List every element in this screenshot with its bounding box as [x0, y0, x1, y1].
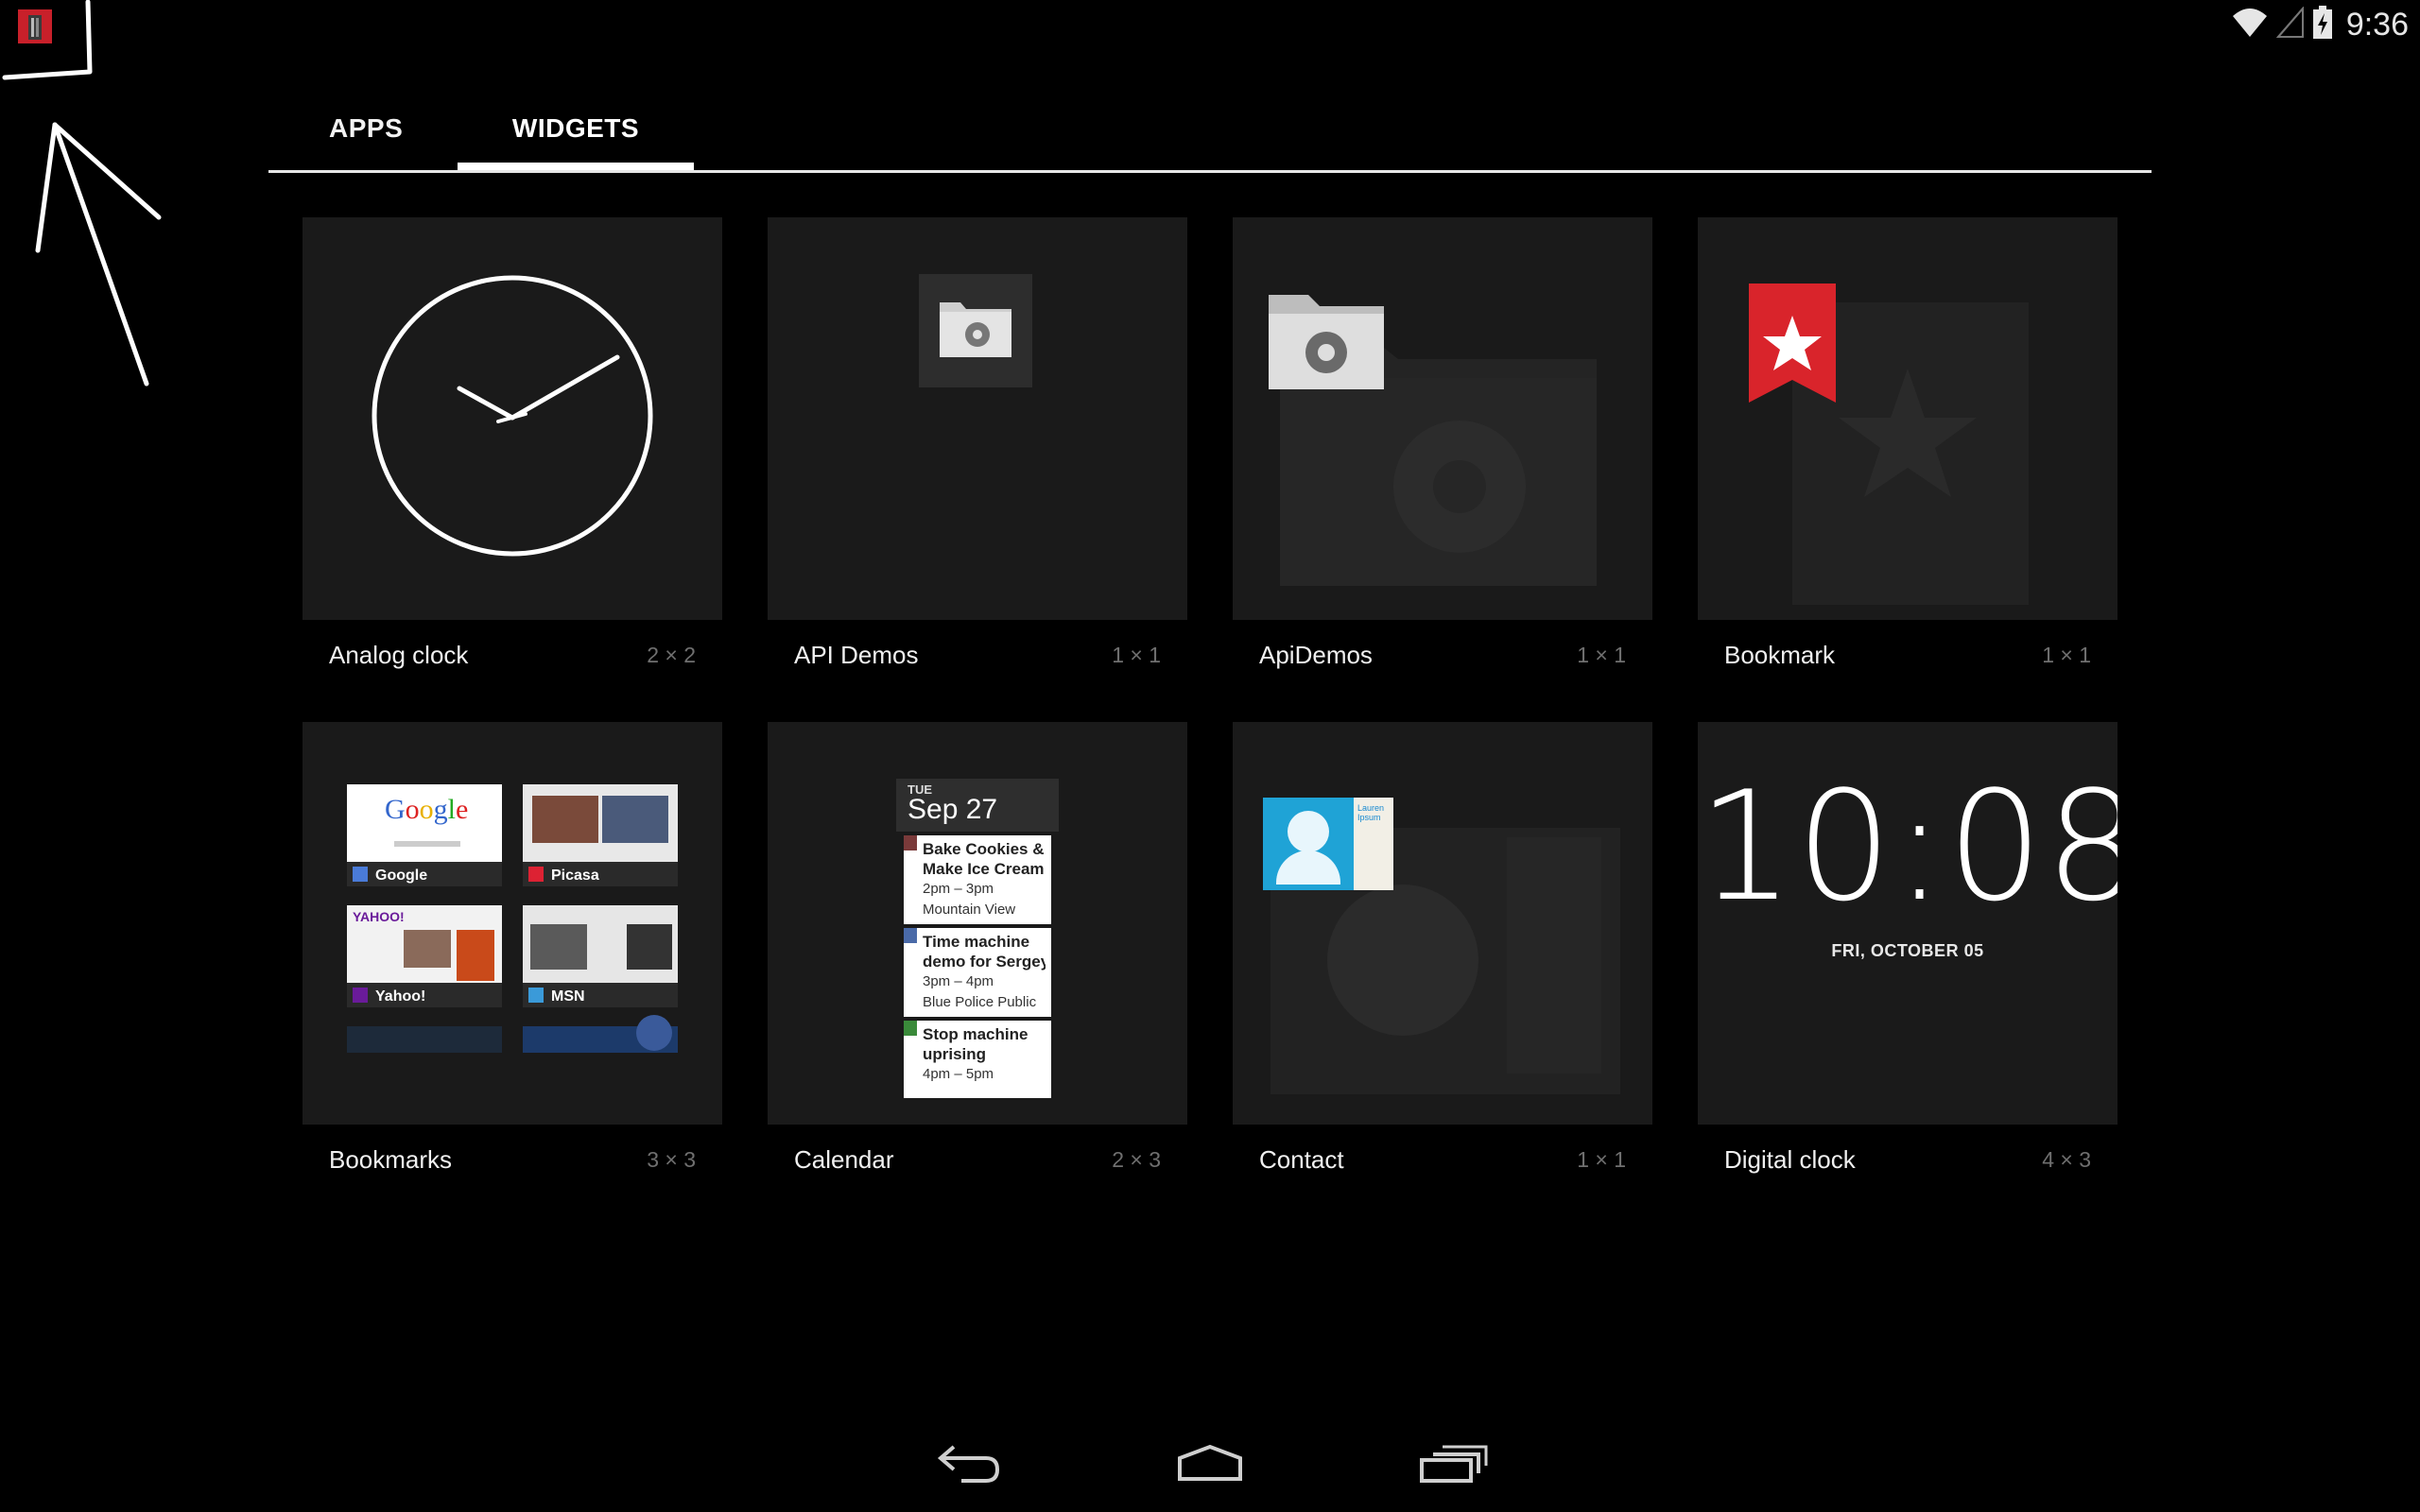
google-favicon-icon — [353, 867, 368, 882]
widget-name: Bookmarks — [329, 1145, 453, 1174]
calendar-header: TUE Sep 27 — [896, 779, 1059, 832]
widget-name: Bookmark — [1724, 641, 1836, 669]
widget-size: 2 × 3 — [1112, 1147, 1161, 1172]
widget-preview: Lauren Ipsum — [1233, 722, 1652, 1125]
widget-size: 2 × 2 — [647, 643, 696, 667]
bookmark-thumbnail: MSN — [523, 905, 678, 1007]
bookmark-title: Picasa — [551, 868, 599, 884]
back-icon — [937, 1445, 1000, 1483]
folder-gear-icon — [919, 274, 1032, 387]
notification-app-icon[interactable] — [18, 9, 52, 43]
digital-clock-date: FRI, OCTOBER 05 — [1831, 941, 1984, 960]
widget-preview — [768, 217, 1187, 620]
digital-clock-time: 10:08 — [1698, 758, 2118, 935]
folder-gear-icon — [1269, 295, 1597, 586]
widget-size: 1 × 1 — [1112, 643, 1161, 667]
calendar-agenda: TUE Sep 27 Bake Cookies & Make Ice Cream… — [896, 779, 1059, 1109]
status-bar: 9:36 — [0, 0, 2420, 47]
bookmark-title: MSN — [551, 988, 585, 1005]
bookmark-thumbnail: YAHOO! Yahoo! — [347, 905, 502, 1007]
widget-card-api-demos[interactable]: API Demos 1 × 1 — [768, 217, 1187, 709]
bookmark-title: Yahoo! — [375, 988, 426, 1005]
calendar-event: Bake Cookies & Make Ice Cream 2pm – 3pm … — [904, 835, 1051, 924]
tab-bar: APPS WIDGETS — [268, 85, 2152, 176]
bookmark-thumbnail: Google Google — [347, 784, 502, 886]
calendar-event: Time machine demo for Sergey 3pm – 4pm B… — [904, 928, 1051, 1017]
analog-clock-icon — [372, 275, 653, 557]
navigation-bar — [0, 1418, 2420, 1512]
widget-card-contact[interactable]: Lauren Ipsum Contact 1 × 1 — [1233, 722, 1652, 1213]
widget-name: API Demos — [794, 641, 919, 669]
widget-preview: Google Google Picasa YAHOO! Yahoo! MSN — [302, 722, 722, 1125]
widget-card-calendar[interactable]: TUE Sep 27 Bake Cookies & Make Ice Cream… — [768, 722, 1187, 1213]
event-color-marker — [904, 835, 917, 850]
widget-size: 1 × 1 — [1577, 1147, 1626, 1172]
widget-name: Analog clock — [329, 641, 469, 669]
globe-icon — [636, 1015, 672, 1051]
widget-size: 1 × 1 — [2042, 643, 2091, 667]
yahoo-logo: YAHOO! — [353, 909, 405, 924]
google-logo: Google — [385, 794, 469, 825]
picasa-favicon-icon — [528, 867, 544, 882]
contact-card-icon: Lauren Ipsum — [1263, 798, 1393, 890]
msn-favicon-icon — [528, 988, 544, 1003]
widget-name: ApiDemos — [1259, 641, 1373, 669]
widget-name: Contact — [1259, 1145, 1344, 1174]
bookmark-thumbnail-partial — [523, 1015, 678, 1053]
wifi-icon — [2231, 7, 2269, 43]
calendar-event: Stop machine uprising 4pm – 5pm — [904, 1021, 1051, 1098]
widget-preview: TUE Sep 27 Bake Cookies & Make Ice Cream… — [768, 722, 1187, 1125]
calendar-date: Sep 27 — [908, 794, 998, 825]
widget-name: Calendar — [794, 1145, 894, 1174]
bookmark-star-icon — [1749, 284, 2029, 605]
back-button[interactable] — [920, 1436, 1014, 1493]
home-button[interactable] — [1163, 1436, 1257, 1493]
widget-preview — [1233, 217, 1652, 620]
no-signal-icon — [2275, 5, 2305, 43]
widget-preview: 10:08 FRI, OCTOBER 05 — [1698, 722, 2118, 1125]
widget-card-bookmarks[interactable]: Google Google Picasa YAHOO! Yahoo! MSN B… — [302, 722, 722, 1213]
recent-apps-button[interactable] — [1405, 1436, 1499, 1493]
bookmark-thumbnail-partial — [347, 1026, 502, 1053]
bookmark-title: Google — [375, 868, 428, 884]
event-color-marker — [904, 928, 917, 943]
selected-tab-indicator — [458, 163, 694, 170]
widget-preview — [302, 217, 722, 620]
widget-size: 1 × 1 — [1577, 643, 1626, 667]
widget-preview — [1698, 217, 2118, 620]
tab-divider — [268, 170, 2152, 173]
home-icon — [1178, 1444, 1242, 1481]
widget-name: Digital clock — [1724, 1145, 1856, 1174]
widget-card-digital-clock[interactable]: 10:08 FRI, OCTOBER 05 Digital clock 4 × … — [1698, 722, 2118, 1213]
recent-apps-icon — [1420, 1445, 1488, 1483]
widget-card-analog-clock[interactable]: Analog clock 2 × 2 — [302, 217, 722, 709]
annotation-arrow-drawing — [2, 0, 162, 387]
yahoo-favicon-icon — [353, 988, 368, 1003]
bookmark-thumbnail: Picasa — [523, 784, 678, 886]
widget-size: 4 × 3 — [2042, 1147, 2091, 1172]
event-color-marker — [904, 1021, 917, 1036]
battery-charging-icon — [2312, 5, 2333, 44]
widget-size: 3 × 3 — [647, 1147, 696, 1172]
tab-widgets[interactable]: WIDGETS — [458, 85, 694, 172]
widget-card-apidemos[interactable]: ApiDemos 1 × 1 — [1233, 217, 1652, 709]
widget-card-bookmark[interactable]: Bookmark 1 × 1 — [1698, 217, 2118, 709]
status-clock: 9:36 — [2345, 6, 2409, 43]
